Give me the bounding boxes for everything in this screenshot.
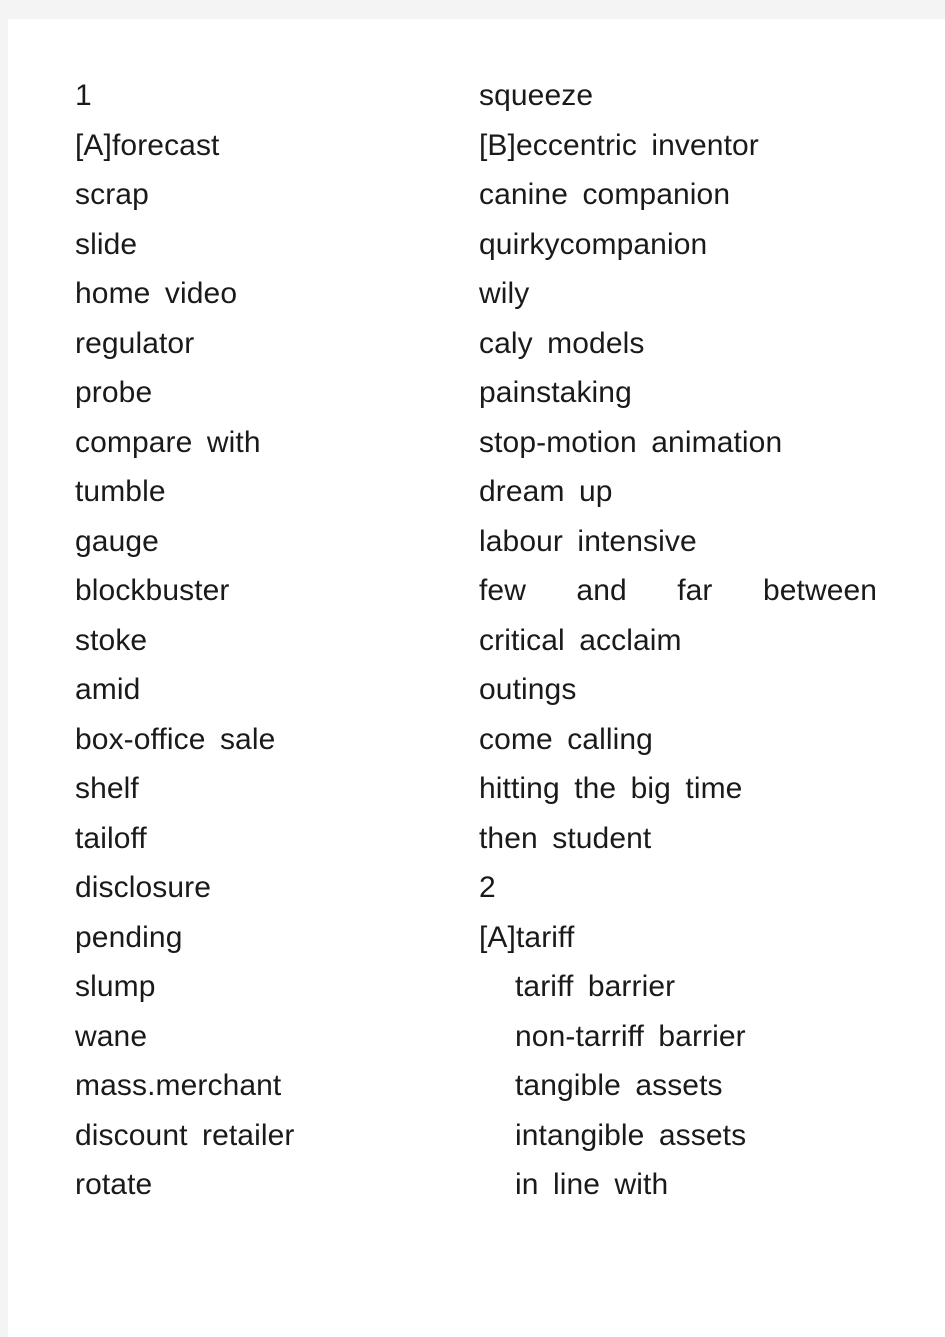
word-list-item-left-line: probe: [75, 376, 153, 409]
word-list-item-right-line: critical acclaim: [479, 623, 682, 657]
word-list-item-right-line: squeeze: [479, 79, 594, 112]
word-list-item-left-line: slump: [75, 970, 156, 1003]
word-list-item-right-line: dream up: [479, 475, 613, 508]
word-list-item-left-line: stoke: [75, 623, 148, 657]
word-list-item-left-line: wane: [75, 1019, 148, 1053]
word-list-item-right-line: tangible assets: [515, 1069, 723, 1102]
word-list-item-right-line: come calling: [479, 722, 653, 756]
word-list-item-right-line: tariff barrier: [515, 970, 676, 1003]
word-list-item-left-line: home video: [75, 277, 238, 310]
word-list-item-right-line: [A]tariff: [479, 920, 575, 954]
word-list-item-left-line: amid: [75, 673, 141, 706]
word-list-item-left-line: disclosure: [75, 871, 212, 904]
word-list-item-left-line: gauge: [75, 524, 159, 558]
word-list-item-left-line: pending: [75, 920, 183, 954]
word-list-item-right-line: stop-motion animation: [479, 425, 783, 459]
word-list-item-right-line: in line with: [515, 1168, 669, 1201]
word-list-item-right-line: non-tarriff barrier: [515, 1019, 746, 1053]
word-list-item-right-line: few and far between: [479, 574, 878, 607]
word-list-item-right-line: canine companion: [479, 178, 731, 211]
word-list-item-right-line: outings: [479, 673, 577, 706]
word-list-item-right-line: wily: [479, 277, 530, 310]
word-list-item-right-line: [B]eccentric inventor: [479, 128, 759, 162]
word-list-columns: 1 [A]forecast scrap slide home video regulato…: [8, 19, 945, 1337]
word-list-item-left-line: shelf: [75, 772, 139, 805]
word-list-item-left-line: slide: [75, 227, 138, 261]
word-list-item-left-line: tailoff: [75, 821, 147, 855]
word-list-item-left-line: box-office sale: [75, 722, 276, 756]
word-list-item-right-line: quirkycompanion: [479, 227, 708, 261]
word-list-item-left-line: 1: [75, 79, 92, 112]
word-list-column-right: squeeze [B]eccentric inventor canine compa…: [479, 71, 879, 1210]
word-list-column-left: 1 [A]forecast scrap slide home video regulato…: [75, 71, 475, 1210]
document-page: 1 [A]forecast scrap slide home video regulato…: [8, 19, 945, 1337]
word-list-item-left-line: discount retailer: [75, 1118, 295, 1152]
word-list-item-left-line: mass.merchant: [75, 1069, 282, 1102]
word-list-item-left-line: rotate: [75, 1168, 153, 1201]
word-list-item-right-line: labour intensive: [479, 524, 697, 558]
word-list-item-right-line: intangible assets: [515, 1118, 747, 1152]
word-list-item-left-line: compare with: [75, 425, 261, 459]
word-list-item-left-line: [A]forecast: [75, 128, 220, 162]
word-list-item-right-line: caly models: [479, 326, 645, 360]
word-list-item-left-line: scrap: [75, 178, 149, 211]
word-list-item-right-line: hitting the big time: [479, 772, 743, 805]
word-list-item-left-line: regulator: [75, 326, 195, 360]
word-list-item-right-line: 2: [479, 871, 496, 904]
word-list-item-right-line: then student: [479, 821, 652, 855]
word-list-item-right-line: painstaking: [479, 376, 632, 409]
word-list-item-left-line: tumble: [75, 475, 166, 508]
word-list-item-left-line: blockbuster: [75, 574, 230, 607]
